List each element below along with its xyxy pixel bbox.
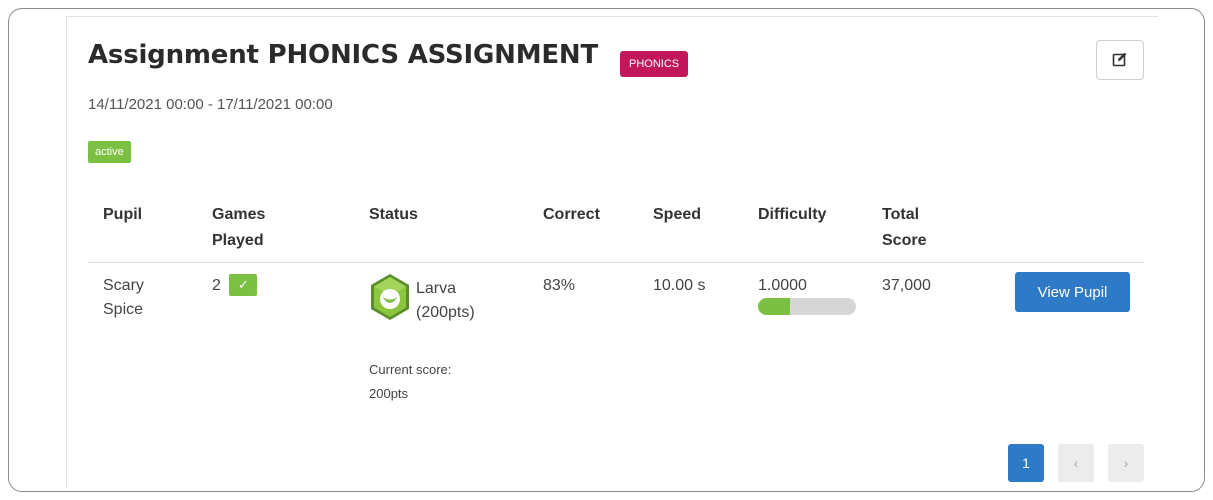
level-status: Larva (200pts) bbox=[416, 277, 475, 325]
chevron-right-icon: › bbox=[1123, 455, 1129, 471]
header-games-played-line2: Played bbox=[212, 232, 264, 249]
status-badge: active bbox=[88, 141, 131, 163]
assignment-dates: 14/11/2021 00:00 - 17/11/2021 00:00 bbox=[88, 96, 333, 113]
edit-button[interactable] bbox=[1096, 40, 1144, 80]
pupil-name-line2: Spice bbox=[103, 301, 144, 318]
edit-icon bbox=[1112, 51, 1128, 70]
check-icon: ✓ bbox=[229, 274, 258, 296]
subject-tag: PHONICS bbox=[620, 51, 689, 77]
view-pupil-button[interactable]: View Pupil bbox=[1015, 272, 1130, 312]
header-difficulty: Difficulty bbox=[758, 206, 827, 223]
difficulty-value: 1.0000 bbox=[758, 277, 807, 294]
games-played-cell: 2 ✓ bbox=[212, 274, 258, 298]
page-title: Assignment PHONICS ASSIGNMENT bbox=[88, 40, 599, 70]
header-status: Status bbox=[369, 206, 418, 223]
page-1-button[interactable]: 1 bbox=[1008, 444, 1044, 482]
prev-page-button[interactable]: ‹ bbox=[1058, 444, 1094, 482]
pupil-name-line1: Scary bbox=[103, 277, 144, 294]
header-games-played: Games Played bbox=[212, 202, 265, 254]
next-page-button[interactable]: › bbox=[1108, 444, 1144, 482]
header-speed: Speed bbox=[653, 206, 702, 223]
total-score-value: 37,000 bbox=[882, 277, 931, 294]
larva-level-icon bbox=[368, 272, 412, 328]
current-score: Current score: 200pts bbox=[369, 358, 451, 406]
pupil-name: Scary Spice bbox=[103, 274, 144, 322]
header-pupil: Pupil bbox=[103, 206, 143, 223]
difficulty-progress-fill bbox=[758, 298, 791, 315]
chevron-left-icon: ‹ bbox=[1073, 455, 1079, 471]
header-total-score-line1: Total bbox=[882, 206, 920, 223]
table-divider bbox=[88, 262, 1144, 263]
difficulty-progress-bar bbox=[758, 298, 856, 315]
correct-value: 83% bbox=[543, 277, 576, 294]
current-score-value: 200pts bbox=[369, 386, 409, 401]
header-games-played-line1: Games bbox=[212, 206, 266, 223]
header-correct: Correct bbox=[543, 206, 600, 223]
header-total-score-line2: Score bbox=[882, 232, 927, 249]
level-points: (200pts) bbox=[416, 304, 475, 321]
games-played-count: 2 bbox=[212, 277, 221, 294]
level-name: Larva bbox=[416, 280, 457, 297]
current-score-label: Current score: bbox=[369, 362, 452, 377]
speed-value: 10.00 s bbox=[653, 277, 706, 294]
header-total-score: Total Score bbox=[882, 202, 926, 254]
